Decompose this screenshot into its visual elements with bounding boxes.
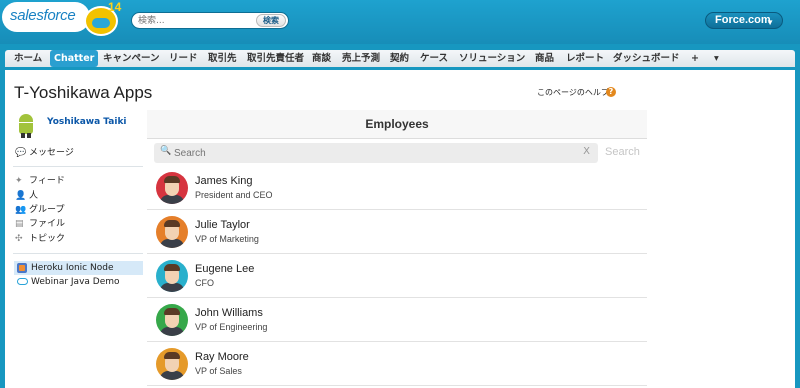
- employee-title: VP of Engineering: [195, 322, 268, 332]
- tab-dashboards[interactable]: ダッシュボード: [613, 50, 680, 67]
- employee-name: Ray Moore: [195, 351, 249, 363]
- tab-accounts[interactable]: 取引先: [208, 50, 237, 67]
- tab-contacts[interactable]: 取引先責任者: [247, 50, 304, 67]
- employee-row[interactable]: Eugene Lee CFO: [147, 254, 647, 298]
- help-icon[interactable]: ?: [606, 87, 616, 97]
- employee-avatar: [156, 304, 188, 336]
- tab-leads[interactable]: リード: [169, 50, 198, 67]
- release-number: 14: [108, 0, 122, 14]
- person-icon: 👤: [15, 191, 27, 201]
- employee-row[interactable]: Ray Moore VP of Sales: [147, 342, 647, 386]
- feed-icon: ✦: [15, 176, 23, 186]
- panel-title: Employees: [147, 110, 647, 139]
- tab-chatter[interactable]: Chatter: [50, 50, 99, 67]
- employee-row[interactable]: James King President and CEO: [147, 166, 647, 210]
- employee-name: John Williams: [195, 307, 263, 319]
- tab-bar: ホーム Chatter キャンペーン リード 取引先 取引先責任者 商談 売上予…: [5, 50, 795, 69]
- employee-avatar: [156, 172, 188, 204]
- sidebar-app-label: Heroku Ionic Node: [31, 263, 114, 273]
- help-link[interactable]: このページのヘルプ: [537, 87, 609, 98]
- tab-campaigns[interactable]: キャンペーン: [103, 50, 160, 67]
- employee-row[interactable]: Julie Taylor VP of Marketing: [147, 210, 647, 254]
- search-icon: 🔍: [160, 146, 172, 156]
- tab-cases[interactable]: ケース: [420, 50, 448, 67]
- app-switcher-label: Force.com: [715, 14, 771, 26]
- global-search-input[interactable]: [138, 14, 256, 27]
- user-name-link[interactable]: Yoshikawa Taiki: [47, 117, 127, 127]
- cloud-icon: [17, 278, 28, 285]
- tab-forecasts[interactable]: 売上予測: [342, 50, 380, 67]
- sidebar-item-label: トピック: [29, 234, 66, 244]
- tab-solutions[interactable]: ソリューション: [459, 50, 525, 67]
- page-title: T-Yoshikawa Apps: [14, 83, 153, 102]
- file-icon: ▤: [15, 219, 24, 229]
- employee-row[interactable]: John Williams VP of Engineering: [147, 298, 647, 342]
- clear-search-button[interactable]: X: [583, 146, 590, 157]
- tab-products[interactable]: 商品: [535, 50, 554, 67]
- tab-contracts[interactable]: 契約: [390, 50, 409, 67]
- employee-avatar: [156, 216, 188, 248]
- user-avatar: [15, 114, 37, 138]
- global-search: 検索: [131, 12, 289, 29]
- sidebar-item-label: ファイル: [29, 219, 66, 229]
- sidebar-item-label: フィード: [29, 176, 65, 186]
- logo-text: salesforce: [10, 7, 76, 24]
- user-profile[interactable]: Yoshikawa Taiki: [15, 114, 139, 138]
- employee-avatar: [156, 260, 188, 292]
- sidebar-divider: [13, 253, 143, 254]
- group-icon: 👥: [15, 205, 27, 215]
- sidebar-divider: [13, 166, 143, 167]
- employee-title: CFO: [195, 278, 214, 288]
- employee-search-input[interactable]: [174, 146, 574, 160]
- global-search-button[interactable]: 検索: [256, 14, 286, 27]
- salesforce-logo[interactable]: salesforce 14: [2, 0, 128, 42]
- tab-add[interactable]: +: [691, 50, 699, 67]
- global-header: salesforce 14 検索 Force.com ▼: [0, 0, 800, 44]
- tab-opportunities[interactable]: 商談: [312, 50, 331, 67]
- search-submit-button[interactable]: Search: [605, 146, 640, 158]
- sidebar-app-heroku-ionic-node[interactable]: Heroku Ionic Node: [14, 261, 143, 275]
- tab-reports[interactable]: レポート: [566, 50, 604, 67]
- tab-more[interactable]: ▾: [714, 50, 719, 67]
- employee-name: Eugene Lee: [195, 263, 255, 275]
- speech-bubble-icon: 💬: [15, 148, 27, 158]
- employee-title: President and CEO: [195, 190, 273, 200]
- employee-avatar: [156, 348, 188, 380]
- sidebar-item-label: グループ: [29, 205, 65, 215]
- employee-title: VP of Marketing: [195, 234, 259, 244]
- sidebar-app-label: Webinar Java Demo: [31, 277, 120, 287]
- app-switcher[interactable]: Force.com ▼: [705, 12, 783, 29]
- page-content: T-Yoshikawa Apps このページのヘルプ ? Yoshikawa T…: [5, 70, 795, 388]
- employee-title: VP of Sales: [195, 366, 242, 376]
- sidebar-app-webinar-java-demo[interactable]: Webinar Java Demo: [14, 275, 143, 289]
- sidebar-item-label: メッセージ: [29, 148, 74, 158]
- caret-down-icon: ▼: [766, 18, 774, 27]
- employee-name: Julie Taylor: [195, 219, 250, 231]
- tab-home[interactable]: ホーム: [14, 50, 42, 67]
- employee-search: 🔍 X: [154, 143, 598, 163]
- employee-name: James King: [195, 175, 253, 187]
- employees-panel: Employees 🔍 X Search James King Presiden…: [147, 110, 647, 388]
- topic-icon: ✣: [15, 234, 23, 244]
- app-grid-icon: [17, 263, 27, 273]
- sidebar-item-label: 人: [29, 191, 39, 201]
